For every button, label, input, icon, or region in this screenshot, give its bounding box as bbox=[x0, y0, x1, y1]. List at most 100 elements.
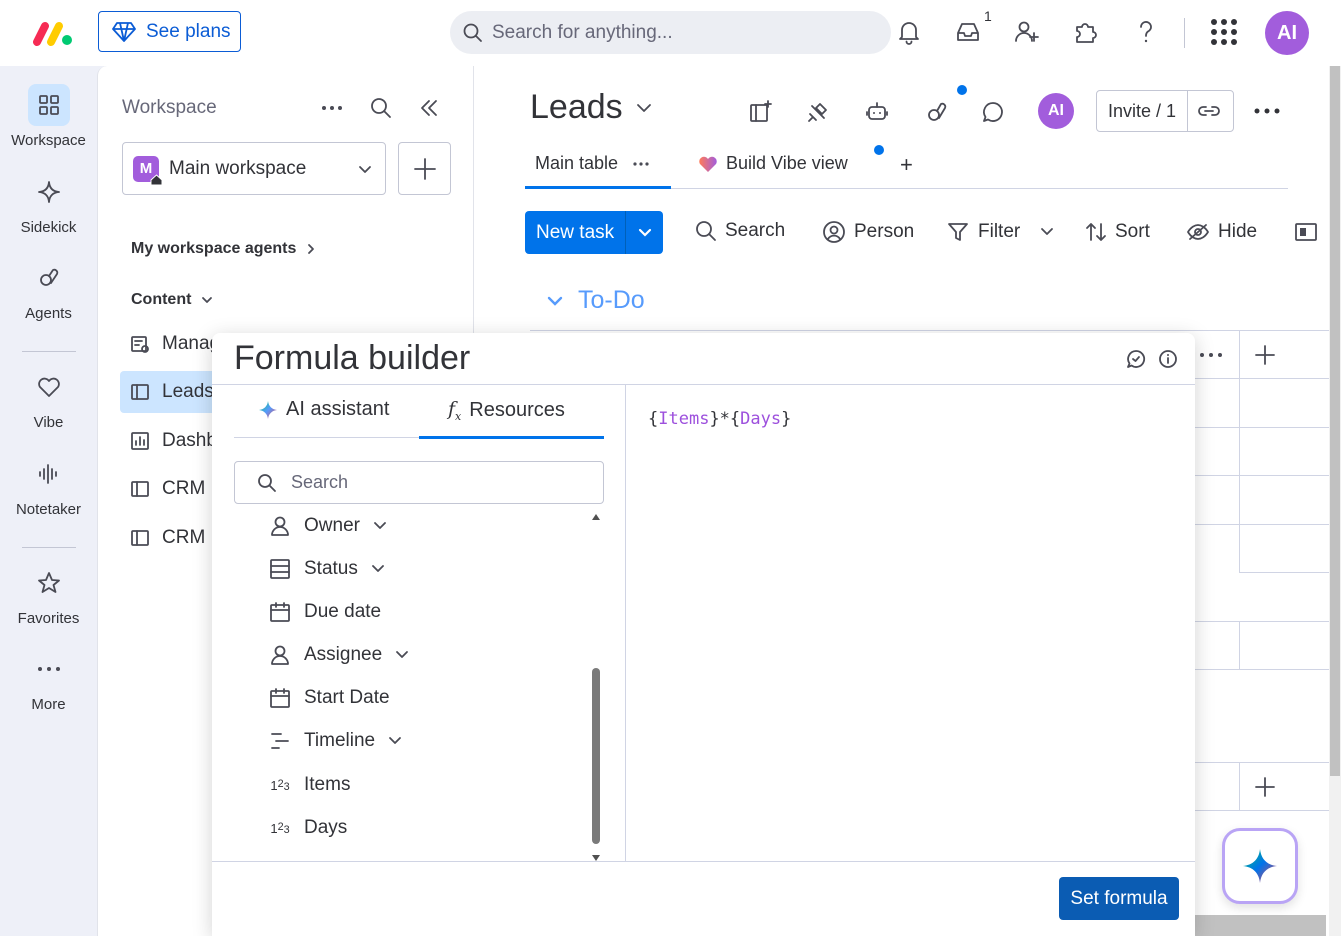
person-filter-button[interactable]: Person bbox=[822, 220, 914, 244]
add-item-button[interactable] bbox=[398, 142, 451, 195]
chevron-down-icon[interactable] bbox=[387, 735, 403, 747]
column-item-due-date[interactable]: Due date bbox=[268, 597, 381, 627]
column-item-timeline[interactable]: Timeline bbox=[268, 726, 403, 756]
automate-robot-icon[interactable] bbox=[861, 96, 893, 128]
rail-item-favorites[interactable]: Favorites bbox=[0, 562, 97, 627]
column-label: Start Date bbox=[304, 687, 390, 708]
set-formula-button[interactable]: Set formula bbox=[1059, 877, 1179, 920]
tab-options-icon[interactable] bbox=[632, 161, 650, 167]
column-item-owner[interactable]: Owner bbox=[268, 511, 388, 541]
page-scrollbar-thumb[interactable] bbox=[1330, 66, 1340, 776]
search-icon bbox=[463, 23, 482, 42]
column-item-items[interactable]: 123 Items bbox=[268, 770, 350, 800]
column-item-status[interactable]: Status bbox=[268, 554, 386, 584]
sparkle-icon bbox=[28, 171, 70, 213]
sort-button[interactable]: Sort bbox=[1085, 220, 1150, 244]
workspace-agents-label: My workspace agents bbox=[131, 240, 297, 257]
chevron-down-icon[interactable] bbox=[546, 294, 564, 308]
scroll-up-arrow-icon[interactable] bbox=[591, 508, 601, 526]
layout-toggle-icon[interactable] bbox=[1294, 220, 1318, 244]
global-search-placeholder: Search for anything... bbox=[492, 21, 673, 43]
invite-user-icon[interactable] bbox=[1010, 15, 1044, 49]
content-section-toggle[interactable]: Content bbox=[131, 291, 213, 309]
monday-logo-icon[interactable] bbox=[32, 18, 74, 48]
rail-item-sidekick[interactable]: Sidekick bbox=[0, 171, 97, 236]
numbers-icon: 123 bbox=[270, 820, 290, 836]
toolbar-label: Person bbox=[854, 221, 915, 242]
workspace-agents-link[interactable]: My workspace agents bbox=[131, 240, 316, 258]
chevron-down-icon bbox=[202, 297, 213, 303]
sidekick-launcher-button[interactable] bbox=[1222, 828, 1298, 904]
sidekick-agent-icon[interactable] bbox=[921, 96, 953, 128]
new-task-button[interactable]: New task bbox=[525, 211, 663, 254]
column-item-start-date[interactable]: Start Date bbox=[268, 683, 390, 713]
add-column-icon[interactable] bbox=[1254, 776, 1276, 803]
chevron-down-icon[interactable] bbox=[370, 563, 386, 575]
more-options-icon[interactable] bbox=[320, 98, 344, 123]
invite-button[interactable]: Invite / 1 bbox=[1096, 90, 1234, 132]
new-task-dropdown[interactable] bbox=[626, 228, 663, 238]
workspace-item-leads[interactable]: Leads bbox=[120, 371, 220, 413]
chevron-down-icon[interactable] bbox=[394, 649, 410, 661]
table-row-line bbox=[1195, 810, 1329, 811]
board-member-avatar[interactable]: AI bbox=[1038, 93, 1074, 129]
info-icon[interactable] bbox=[1157, 348, 1179, 375]
hide-button[interactable]: Hide bbox=[1186, 220, 1257, 244]
integrations-puzzle-icon[interactable] bbox=[1069, 15, 1103, 49]
group-header[interactable]: To-Do bbox=[546, 286, 645, 315]
rail-item-workspace[interactable]: Workspace bbox=[0, 84, 97, 149]
calendar-icon bbox=[268, 687, 292, 709]
formula-editor[interactable]: {Items}*{Days} bbox=[648, 409, 791, 429]
board-title[interactable]: Leads bbox=[530, 88, 653, 127]
integrate-icon[interactable] bbox=[802, 96, 834, 128]
feedback-icon[interactable] bbox=[1125, 348, 1147, 375]
copy-link-icon[interactable] bbox=[1196, 100, 1222, 122]
tab-main-table[interactable]: Main table bbox=[535, 153, 650, 174]
chevron-down-icon[interactable] bbox=[1040, 227, 1054, 237]
scroll-down-arrow-icon[interactable] bbox=[591, 849, 601, 867]
global-search-input[interactable]: Search for anything... bbox=[450, 11, 891, 54]
user-avatar[interactable]: AI bbox=[1265, 11, 1309, 55]
chevron-down-icon[interactable] bbox=[372, 520, 388, 532]
horizontal-scrollbar-thumb[interactable] bbox=[1190, 915, 1326, 936]
column-item-assignee[interactable]: Assignee bbox=[268, 640, 410, 670]
add-view-button[interactable]: + bbox=[900, 152, 913, 178]
rail-separator bbox=[22, 351, 76, 352]
column-item-days[interactable]: 123 Days bbox=[268, 813, 347, 843]
rail-item-notetaker[interactable]: Notetaker bbox=[0, 453, 97, 518]
see-plans-button[interactable]: See plans bbox=[98, 11, 241, 52]
toolbar-label: Sort bbox=[1115, 221, 1150, 242]
filter-button[interactable]: Filter bbox=[946, 220, 1054, 244]
numbers-icon: 123 bbox=[270, 777, 290, 793]
inbox-icon[interactable] bbox=[951, 15, 985, 49]
table-row-line bbox=[1195, 621, 1329, 622]
rail-separator bbox=[22, 547, 76, 548]
ai-board-icon[interactable] bbox=[745, 96, 777, 128]
rail-item-vibe[interactable]: Vibe bbox=[0, 366, 97, 431]
tab-resources[interactable]: fx Resources bbox=[448, 398, 565, 423]
tab-label: Resources bbox=[469, 398, 565, 421]
search-icon[interactable] bbox=[369, 96, 393, 125]
rail-item-more[interactable]: More bbox=[0, 648, 97, 713]
tab-build-vibe-view[interactable]: Build Vibe view bbox=[698, 153, 848, 174]
person-icon bbox=[268, 515, 292, 537]
bell-icon[interactable] bbox=[892, 15, 926, 49]
column-options-icon[interactable] bbox=[1199, 346, 1223, 369]
workspace-selector[interactable]: M Main workspace bbox=[122, 142, 386, 195]
list-scrollbar-thumb[interactable] bbox=[592, 668, 600, 844]
resources-search-placeholder: Search bbox=[291, 472, 349, 492]
board-more-icon[interactable] bbox=[1254, 100, 1280, 127]
updates-chat-icon[interactable] bbox=[977, 96, 1009, 128]
collapse-panel-icon[interactable] bbox=[417, 96, 441, 125]
invite-divider bbox=[1187, 90, 1189, 132]
help-icon[interactable] bbox=[1129, 15, 1163, 49]
toolbar-label: Filter bbox=[978, 221, 1021, 242]
tab-ai-assistant[interactable]: AI assistant bbox=[258, 398, 389, 421]
rail-item-agents[interactable]: Agents bbox=[0, 257, 97, 322]
apps-grid-icon[interactable] bbox=[1207, 15, 1241, 49]
resources-search-input[interactable]: Search bbox=[234, 461, 604, 504]
board-search-button[interactable]: Search bbox=[695, 220, 785, 242]
chevron-down-icon bbox=[359, 165, 371, 173]
workspace-item-label: Dashb bbox=[162, 430, 217, 451]
add-column-icon[interactable] bbox=[1254, 344, 1276, 371]
